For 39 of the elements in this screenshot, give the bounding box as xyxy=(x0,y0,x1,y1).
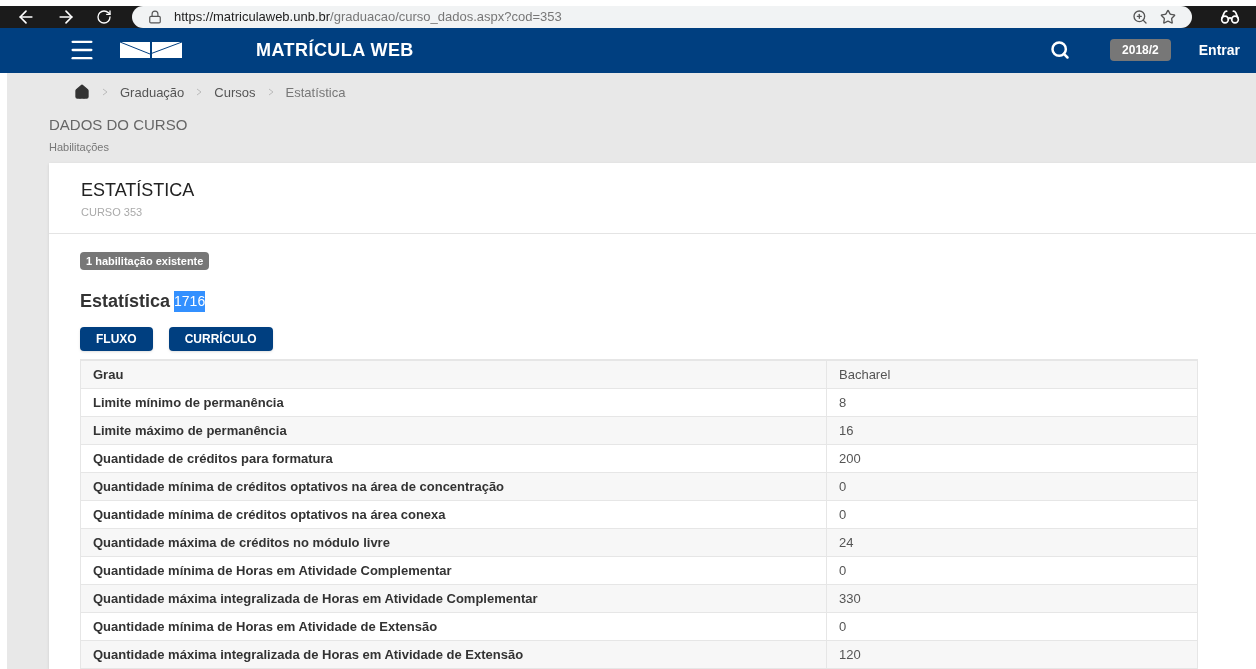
section-heading: Estatística xyxy=(80,290,171,313)
zoom-icon[interactable] xyxy=(1132,9,1148,26)
breadcrumb-link[interactable]: Graduação xyxy=(120,82,185,102)
period-badge[interactable]: 2018/2 xyxy=(1110,39,1171,62)
bookmark-star-icon[interactable] xyxy=(1160,9,1176,26)
row-value: 0 xyxy=(838,505,847,524)
row-value: 24 xyxy=(838,533,854,552)
row-value: 0 xyxy=(838,561,847,580)
card-subtitle: CURSO 353 xyxy=(81,205,144,220)
course-code: 1716 xyxy=(174,291,206,312)
lock-icon xyxy=(148,10,162,25)
chevron-icon xyxy=(196,88,203,97)
reload-icon[interactable] xyxy=(96,9,112,26)
action-button[interactable]: CURRÍCULO xyxy=(168,327,273,351)
count-badge: 1 habilitação existente xyxy=(80,251,210,270)
breadcrumb-link[interactable]: Estatística xyxy=(285,82,346,102)
breadcrumb-link[interactable]: Cursos xyxy=(214,82,256,102)
row-value: 8 xyxy=(838,393,847,412)
action-button[interactable]: FLUXO xyxy=(80,327,153,351)
row-value: 0 xyxy=(838,477,847,496)
login-link[interactable]: Entrar xyxy=(1198,39,1240,61)
home-icon[interactable] xyxy=(74,84,90,101)
row-value: 120 xyxy=(838,645,861,664)
page-subtitle: Habilitações xyxy=(49,139,110,155)
row-value: 0 xyxy=(838,617,847,636)
chevron-icon xyxy=(102,88,108,97)
url-text: https://matriculaweb.unb.br/graduacao/curso_dados.aspx?cod=353 xyxy=(174,8,562,27)
logo-icon xyxy=(120,42,182,59)
app-title: MATRÍCULA WEB xyxy=(256,38,414,62)
card-title: ESTATÍSTICA xyxy=(81,179,196,202)
page-title: DADOS DO CURSO xyxy=(49,115,189,135)
row-value: Bacharel xyxy=(838,365,891,384)
row-value: 16 xyxy=(838,421,854,440)
chevron-icon xyxy=(267,88,274,97)
address-bar[interactable]: https://matriculaweb.unb.br/graduacao/curso_dados.aspx?cod=353 xyxy=(132,6,1192,29)
row-value: 330 xyxy=(838,589,861,608)
row-value: 200 xyxy=(838,449,861,468)
row-label: Quantidade máxima integralizada de Horas em Atividade de Extensão xyxy=(81,641,827,668)
search-icon[interactable] xyxy=(1050,40,1071,61)
